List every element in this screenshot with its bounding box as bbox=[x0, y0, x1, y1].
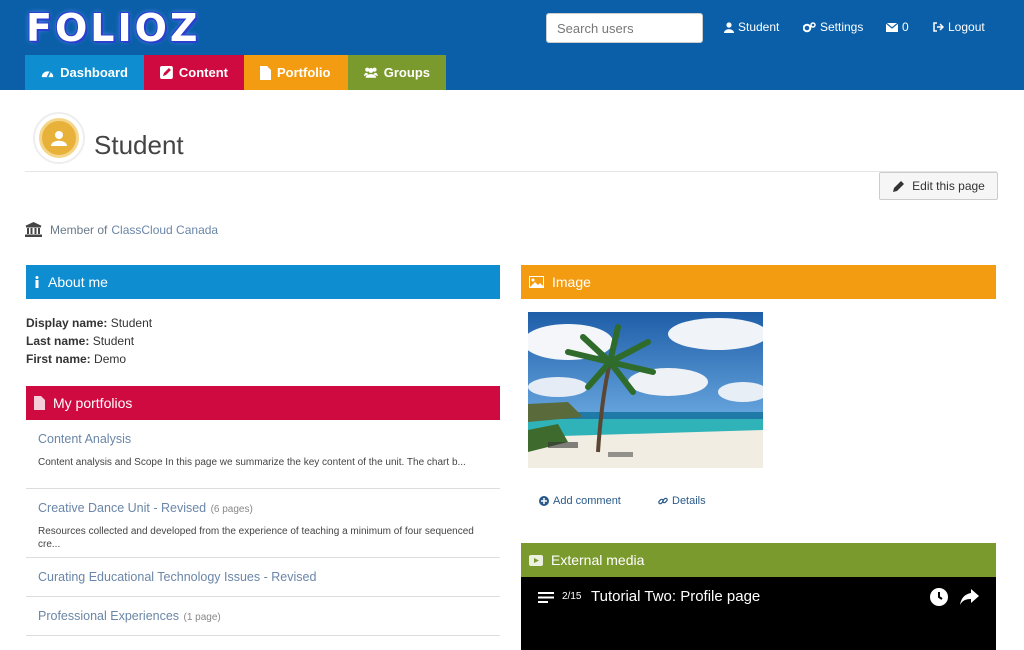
external-media-header: External media bbox=[521, 543, 996, 577]
field-last-name: Last name: Student bbox=[26, 334, 135, 348]
tab-groups[interactable]: Groups bbox=[348, 55, 446, 90]
about-me-fields: Display name: Student Last name: Student… bbox=[26, 314, 152, 368]
my-portfolios-title: My portfolios bbox=[53, 395, 133, 411]
user-menu-link[interactable]: Student bbox=[724, 20, 779, 34]
file-icon bbox=[260, 65, 271, 80]
group-link[interactable]: ClassCloud Canada bbox=[111, 223, 218, 237]
add-comment-label: Add comment bbox=[553, 495, 621, 507]
list-item: Creative Dance Unit - Revised (6 pages) … bbox=[26, 489, 500, 558]
beach-photo[interactable] bbox=[528, 312, 763, 468]
edit-page-label: Edit this page bbox=[912, 179, 985, 193]
person-icon bbox=[51, 131, 67, 146]
tab-label: Portfolio bbox=[277, 65, 331, 80]
users-icon bbox=[364, 67, 378, 78]
details-link[interactable]: Details bbox=[658, 495, 706, 507]
user-icon bbox=[724, 21, 734, 33]
dashboard-icon bbox=[41, 70, 54, 77]
tab-label: Dashboard bbox=[60, 65, 128, 80]
search-users-input[interactable] bbox=[546, 13, 703, 43]
top-header: FOLIOZ Student Settings 0 Logout Dashboa… bbox=[0, 0, 1024, 90]
embedded-video-player[interactable]: 2/15 Tutorial Two: Profile page bbox=[521, 577, 996, 650]
tab-label: Content bbox=[178, 65, 228, 80]
logout-label: Logout bbox=[948, 20, 985, 34]
portfolio-link[interactable]: Professional Experiences bbox=[38, 609, 179, 623]
tab-portfolio[interactable]: Portfolio bbox=[244, 55, 348, 90]
list-item: Curating Educational Technology Issues -… bbox=[26, 558, 500, 597]
messages-count: 0 bbox=[902, 20, 909, 34]
field-display-name: Display name: Student bbox=[26, 316, 153, 330]
page-count: (1 page) bbox=[183, 612, 221, 623]
list-item: Content Analysis Content analysis and Sc… bbox=[26, 420, 500, 489]
page-count: (6 pages) bbox=[210, 504, 253, 515]
my-portfolios-header: My portfolios bbox=[26, 386, 500, 420]
envelope-icon bbox=[886, 22, 898, 32]
divider bbox=[25, 171, 997, 172]
institution-icon bbox=[25, 222, 42, 237]
main-nav-tabs: Dashboard Content Portfolio Groups bbox=[25, 55, 446, 90]
file-icon bbox=[34, 396, 45, 410]
page-title: Student bbox=[94, 130, 184, 160]
external-media-title: External media bbox=[551, 552, 645, 568]
logout-link[interactable]: Logout bbox=[933, 20, 985, 34]
info-icon bbox=[35, 276, 39, 288]
group-membership: Member of ClassCloud Canada bbox=[25, 222, 218, 237]
portfolio-link[interactable]: Curating Educational Technology Issues -… bbox=[38, 570, 316, 584]
settings-label: Settings bbox=[820, 20, 864, 34]
video-icon bbox=[529, 554, 543, 566]
edit-square-icon bbox=[160, 66, 173, 79]
profile-avatar bbox=[33, 112, 85, 164]
add-comment-link[interactable]: Add comment bbox=[539, 495, 621, 507]
portfolio-description: Content analysis and Scope In this page … bbox=[38, 457, 466, 468]
picture-icon bbox=[529, 276, 544, 288]
messages-link[interactable]: 0 bbox=[886, 20, 909, 34]
image-header: Image bbox=[521, 265, 996, 299]
edit-page-button[interactable]: Edit this page bbox=[879, 172, 998, 200]
playlist-icon[interactable] bbox=[538, 591, 554, 604]
playlist-count: 2/15 bbox=[562, 591, 582, 602]
site-logo[interactable]: FOLIOZ bbox=[26, 6, 200, 50]
user-label: Student bbox=[738, 20, 780, 34]
tab-content[interactable]: Content bbox=[144, 55, 244, 90]
field-first-name: First name: Demo bbox=[26, 352, 127, 366]
about-me-title: About me bbox=[48, 274, 108, 290]
watch-later-icon[interactable] bbox=[930, 588, 948, 606]
portfolio-link[interactable]: Content Analysis bbox=[38, 432, 131, 446]
logout-icon bbox=[933, 22, 944, 32]
member-prefix: Member of bbox=[50, 222, 108, 237]
list-item: Professional Experiences (1 page) bbox=[26, 597, 500, 636]
image-title: Image bbox=[552, 274, 591, 290]
tab-dashboard[interactable]: Dashboard bbox=[25, 55, 144, 90]
tab-label: Groups bbox=[383, 65, 430, 80]
portfolio-list: Content Analysis Content analysis and Sc… bbox=[26, 420, 500, 636]
settings-link[interactable]: Settings bbox=[803, 20, 863, 34]
link-icon bbox=[658, 497, 668, 505]
portfolio-description: Resources collected and developed from t… bbox=[38, 526, 474, 550]
plus-circle-icon bbox=[539, 496, 549, 506]
about-me-header: About me bbox=[26, 265, 500, 299]
portfolio-link[interactable]: Creative Dance Unit - Revised bbox=[38, 501, 206, 515]
details-label: Details bbox=[672, 495, 706, 507]
pencil-icon bbox=[893, 180, 905, 192]
gears-icon bbox=[803, 21, 816, 32]
video-title[interactable]: Tutorial Two: Profile page bbox=[591, 588, 760, 605]
share-icon[interactable] bbox=[960, 589, 979, 605]
